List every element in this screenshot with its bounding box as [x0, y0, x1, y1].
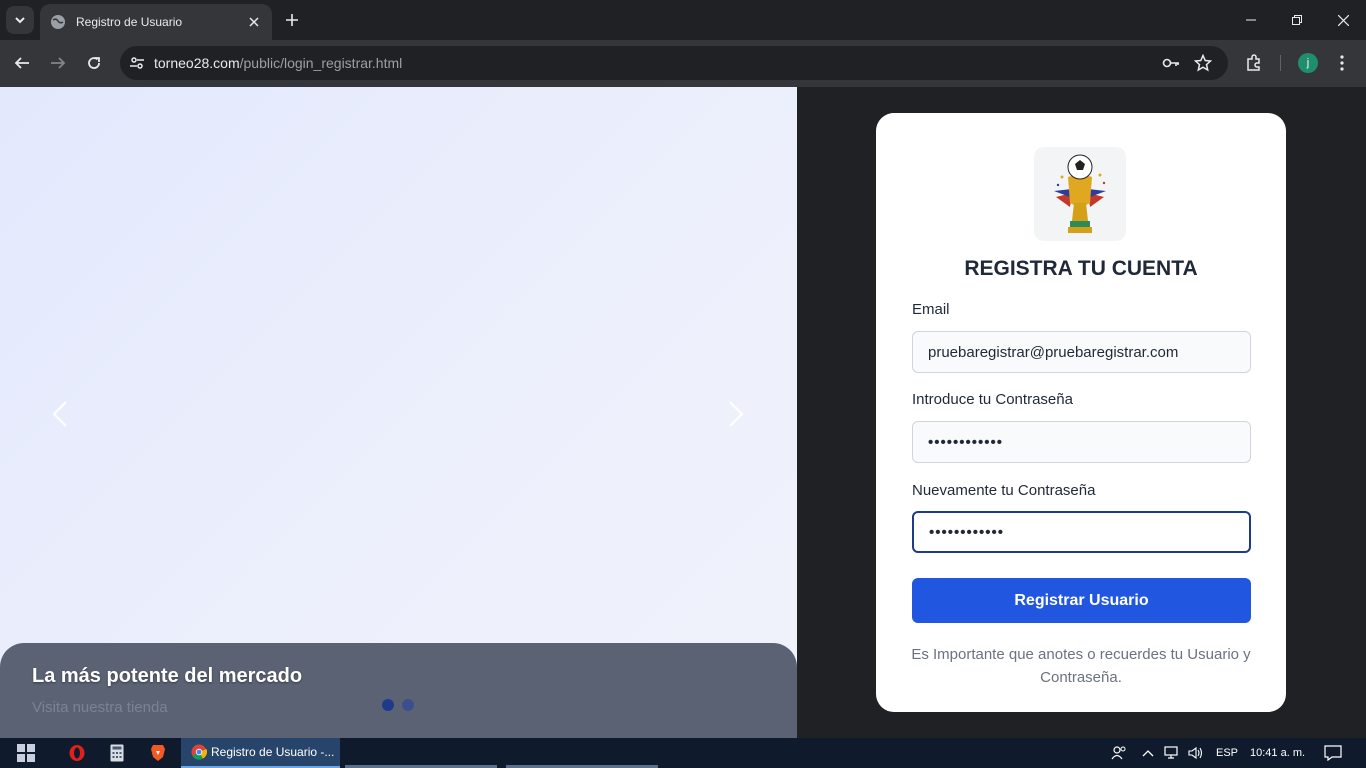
browser-tab[interactable]: Registro de Usuario	[40, 4, 272, 40]
carousel-dot[interactable]	[402, 699, 414, 711]
carousel-caption: La más potente del mercado Visita nuestr…	[0, 643, 797, 738]
network-icon[interactable]	[1162, 738, 1182, 768]
profile-avatar[interactable]: j	[1298, 53, 1318, 73]
arrow-left-icon	[14, 57, 29, 69]
reload-button[interactable]	[80, 49, 108, 77]
address-bar[interactable]: torneo28.com/public/login_registrar.html	[120, 46, 1228, 80]
email-field[interactable]: pruebaregistrar@pruebaregistrar.com	[912, 331, 1251, 373]
key-icon[interactable]	[1162, 54, 1180, 72]
restore-icon	[1292, 15, 1302, 25]
password-label: Introduce tu Contraseña	[912, 391, 1073, 408]
browser-tab-bar: Registro de Usuario	[0, 0, 1366, 40]
caption-title: La más potente del mercado	[32, 665, 303, 687]
carousel-next-icon[interactable]	[724, 399, 748, 429]
confirm-password-field[interactable]: ••••••••••••	[912, 511, 1251, 553]
star-icon[interactable]	[1194, 54, 1212, 72]
brave-icon[interactable]	[145, 738, 171, 768]
page-content: La más potente del mercado Visita nuestr…	[0, 87, 1366, 738]
minimize-button[interactable]	[1228, 0, 1274, 40]
plus-icon	[286, 14, 298, 26]
reload-icon	[88, 57, 100, 69]
close-icon	[1337, 14, 1349, 26]
trophy-logo-icon	[1034, 147, 1126, 241]
tab-title: Registro de Usuario	[76, 15, 183, 29]
language-indicator[interactable]: ESP	[1216, 738, 1238, 768]
confirm-password-label: Nuevamente tu Contraseña	[912, 482, 1096, 499]
forward-button[interactable]	[44, 49, 72, 77]
calculator-icon[interactable]	[104, 738, 130, 768]
arrow-right-icon	[51, 57, 66, 69]
extensions-icon[interactable]	[1244, 53, 1264, 73]
email-label: Email	[912, 301, 950, 318]
globe-icon	[51, 15, 65, 29]
back-button[interactable]	[8, 49, 36, 77]
url-text: torneo28.com/public/login_registrar.html	[154, 55, 403, 71]
password-field[interactable]: ••••••••••••	[912, 421, 1251, 463]
toolbar-divider	[1280, 55, 1281, 71]
close-tab-icon[interactable]	[246, 14, 262, 30]
register-card: REGISTRA TU CUENTA Email pruebaregistrar…	[876, 113, 1286, 712]
windows-grid-icon	[17, 744, 35, 762]
register-button[interactable]: Registrar Usuario	[912, 578, 1251, 623]
carousel-prev-icon[interactable]	[48, 399, 72, 429]
clock[interactable]: 10:41 a. m.	[1250, 738, 1305, 768]
promo-carousel: La más potente del mercado Visita nuestr…	[0, 87, 797, 738]
chevron-down-icon	[15, 17, 25, 24]
notification-icon[interactable]	[1322, 738, 1344, 768]
volume-icon[interactable]	[1186, 738, 1206, 768]
chevron-up-icon[interactable]	[1140, 738, 1156, 768]
opera-icon[interactable]	[64, 738, 90, 768]
taskbar: Registro de Usuario -... ESP 10:41 a. m.	[0, 738, 1366, 768]
new-tab-button[interactable]	[282, 10, 302, 30]
caption-subtitle: Visita nuestra tienda	[32, 699, 168, 716]
taskbar-active-label: Registro de Usuario -...	[211, 745, 335, 759]
chrome-icon	[191, 744, 207, 760]
minimize-icon	[1246, 19, 1256, 21]
taskbar-active-chrome[interactable]: Registro de Usuario -...	[181, 738, 340, 768]
carousel-dot-active[interactable]	[382, 699, 394, 711]
start-button[interactable]	[10, 738, 42, 768]
people-icon[interactable]	[1108, 738, 1130, 768]
restore-button[interactable]	[1274, 0, 1320, 40]
site-info-icon[interactable]	[120, 55, 154, 71]
reminder-note: Es Importante que anotes o recuerdes tu …	[911, 646, 1251, 686]
tab-search-button[interactable]	[6, 6, 34, 34]
menu-kebab-icon[interactable]	[1332, 53, 1352, 73]
page-title: REGISTRA TU CUENTA	[964, 257, 1198, 280]
browser-toolbar: torneo28.com/public/login_registrar.html	[0, 40, 1366, 87]
close-window-button[interactable]	[1320, 0, 1366, 40]
